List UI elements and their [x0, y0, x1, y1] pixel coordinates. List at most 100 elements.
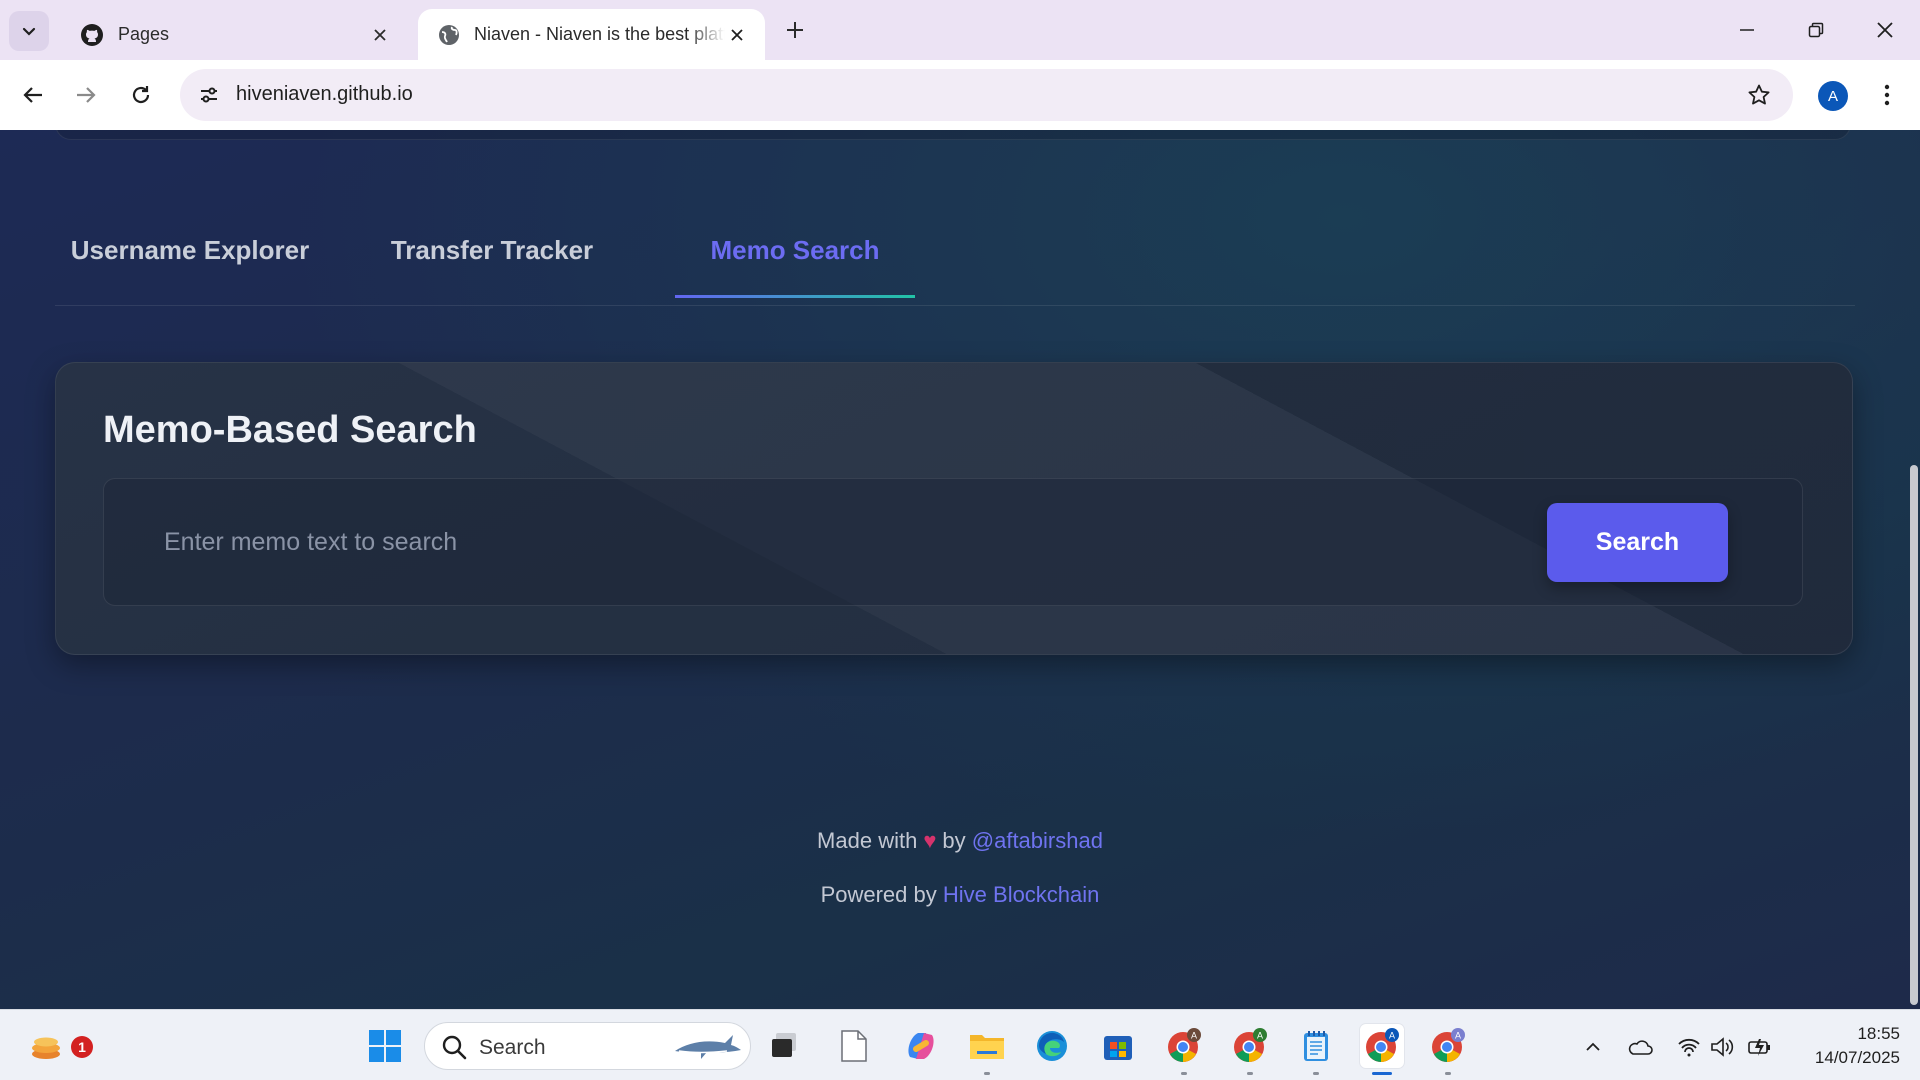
hive-blockchain-link[interactable]: Hive Blockchain: [943, 882, 1100, 907]
svg-text:A: A: [1455, 1031, 1461, 1041]
svg-text:A: A: [1389, 1031, 1395, 1041]
copilot-button[interactable]: [899, 1024, 943, 1068]
cloud-icon: [1628, 1040, 1653, 1055]
heart-icon: ♥: [923, 828, 937, 853]
footer-by-text: by: [942, 828, 966, 853]
running-indicator: [1247, 1072, 1253, 1075]
arrow-left-icon: [23, 87, 42, 103]
edge-icon: [1037, 1031, 1067, 1061]
start-button[interactable]: [363, 1024, 407, 1068]
taskbar-clock[interactable]: 18:55 14/07/2025: [1790, 1022, 1900, 1070]
show-hidden-icons-button[interactable]: [1578, 1032, 1608, 1062]
globe-icon: [439, 24, 459, 45]
minimize-icon: [1740, 29, 1754, 31]
close-icon: [374, 28, 386, 41]
new-tab-button[interactable]: [780, 15, 810, 45]
clock-date: 14/07/2025: [1814, 1048, 1900, 1067]
restore-button[interactable]: [1793, 10, 1839, 50]
card-title: Memo-Based Search: [103, 409, 477, 451]
notepad-button[interactable]: [1294, 1024, 1338, 1075]
github-icon: [81, 23, 103, 46]
start-icon: [369, 1030, 401, 1062]
browser-tab-pages[interactable]: Pages: [60, 9, 408, 60]
browser-tab-niaven[interactable]: Niaven - Niaven is the best platform: [418, 9, 765, 60]
chrome-icon: A: [1432, 1028, 1465, 1062]
minimize-button[interactable]: [1724, 10, 1770, 50]
close-window-button[interactable]: [1862, 10, 1908, 50]
star-icon: [1748, 84, 1770, 105]
svg-text:A: A: [1257, 1031, 1263, 1041]
header-card-edge: [55, 130, 1851, 140]
active-indicator: [1372, 1072, 1392, 1075]
section-tabs: Username Explorer Transfer Tracker Memo …: [55, 210, 1855, 306]
battery-charging-icon: [1748, 1039, 1770, 1056]
url-text[interactable]: hiveniaven.github.io: [236, 83, 413, 106]
forward-button[interactable]: [68, 77, 104, 113]
tab-transfer-tracker[interactable]: Transfer Tracker: [357, 210, 627, 290]
chrome-icon: A: [1234, 1028, 1267, 1062]
taskbar: 1 Search A A A A 18:55 14/07/2025: [0, 1009, 1920, 1080]
bookmark-button[interactable]: [1745, 81, 1773, 109]
close-icon: [1877, 22, 1893, 38]
clock-time: 18:55: [1857, 1024, 1900, 1043]
volume-icon: [1711, 1037, 1734, 1057]
volume-button[interactable]: [1708, 1032, 1738, 1062]
plus-icon: [787, 22, 803, 38]
site-settings-icon: [201, 87, 217, 103]
file-explorer-icon: [970, 1035, 1004, 1059]
close-tab-button[interactable]: [725, 23, 749, 47]
network-button[interactable]: [1674, 1032, 1704, 1062]
notepad-icon: [1304, 1031, 1328, 1061]
footer-made-with: Made with ♥ by @aftabirshad: [0, 828, 1920, 854]
profile-avatar[interactable]: A: [1818, 81, 1848, 111]
wifi-icon: [1678, 1038, 1700, 1057]
widgets-button[interactable]: 1: [24, 1024, 93, 1068]
footer-made-with-text: Made with: [817, 828, 918, 853]
file-icon: [841, 1030, 867, 1062]
tab-memo-search[interactable]: Memo Search: [675, 210, 915, 298]
file-button[interactable]: [832, 1024, 876, 1068]
search-button[interactable]: Search: [1547, 503, 1728, 582]
reload-button[interactable]: [123, 77, 159, 113]
site-info-button[interactable]: [192, 78, 226, 112]
tab-search-button[interactable]: [9, 11, 49, 51]
browser-tab-title: Niaven - Niaven is the best platform: [474, 24, 725, 44]
memo-search-input[interactable]: [164, 519, 1464, 565]
edge-button[interactable]: [1030, 1024, 1074, 1068]
battery-button[interactable]: [1745, 1032, 1775, 1062]
browser-toolbar: hiveniaven.github.io A: [0, 60, 1920, 130]
chrome-profile-4-button[interactable]: A: [1426, 1024, 1470, 1075]
store-button[interactable]: [1096, 1024, 1140, 1068]
chevron-up-icon: [1586, 1042, 1600, 1051]
chrome-profile-1-button[interactable]: A: [1162, 1024, 1206, 1075]
author-link[interactable]: @aftabirshad: [972, 828, 1103, 853]
chrome-icon: A: [1366, 1028, 1399, 1062]
reload-icon: [132, 86, 150, 104]
arrow-right-icon: [77, 87, 96, 103]
onedrive-button[interactable]: [1625, 1032, 1655, 1062]
taskbar-search[interactable]: Search: [424, 1022, 751, 1070]
scrollbar-thumb[interactable]: [1910, 465, 1918, 1005]
svg-text:A: A: [1191, 1031, 1197, 1041]
file-explorer-button[interactable]: [965, 1024, 1009, 1075]
close-tab-button[interactable]: [368, 23, 392, 47]
task-view-button[interactable]: [762, 1024, 806, 1068]
store-icon: [1104, 1036, 1132, 1060]
back-button[interactable]: [15, 77, 51, 113]
address-bar[interactable]: hiveniaven.github.io: [180, 69, 1793, 121]
footer-powered-by: Powered by Hive Blockchain: [0, 882, 1920, 908]
restore-icon: [1808, 22, 1824, 38]
chrome-active-button[interactable]: A: [1360, 1024, 1404, 1075]
browser-menu-button[interactable]: [1873, 77, 1901, 113]
notification-badge: 1: [71, 1036, 93, 1058]
browser-tabstrip: Pages Niaven - Niaven is the best platfo…: [0, 0, 1920, 60]
running-indicator: [1445, 1072, 1451, 1075]
memo-search-form: Search: [103, 478, 1803, 606]
copilot-icon: [908, 1033, 934, 1059]
chevron-down-icon: [22, 27, 36, 36]
tab-username-explorer[interactable]: Username Explorer: [55, 210, 325, 290]
chrome-profile-2-button[interactable]: A: [1228, 1024, 1272, 1075]
task-view-icon: [772, 1033, 796, 1057]
close-icon: [731, 28, 743, 41]
memo-search-card: Memo-Based Search Search: [55, 362, 1853, 655]
